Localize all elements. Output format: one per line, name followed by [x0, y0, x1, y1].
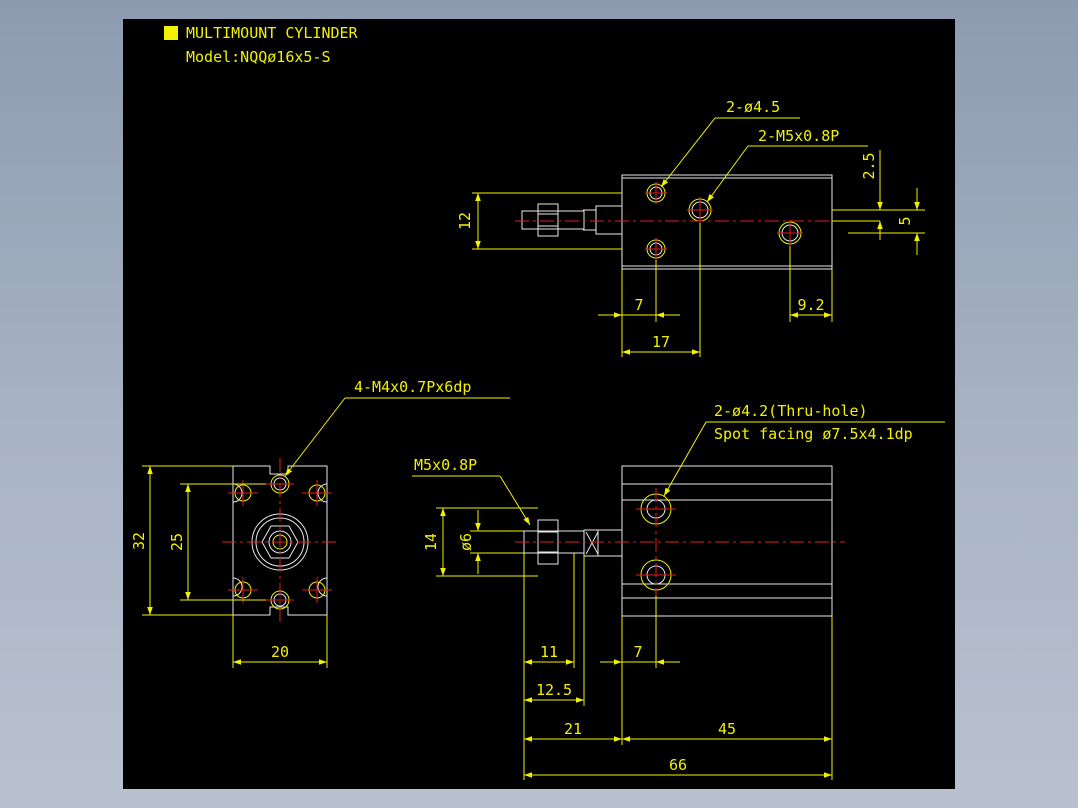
dim-top-offset: 5	[896, 216, 914, 225]
callout-top-holes: 2-ø4.5	[726, 98, 780, 116]
leader-line	[660, 117, 716, 188]
callout-rod-thread: M5x0.8P	[414, 456, 477, 474]
title-line-1: MULTIMOUNT CYLINDER	[186, 24, 359, 42]
dim-side-rod-height: 14	[422, 533, 440, 551]
dim-top-offset-top: 2.5	[860, 152, 878, 179]
leader-line	[284, 397, 346, 477]
dim-side-12-5: 12.5	[536, 681, 572, 699]
side-body-outline	[621, 465, 833, 617]
dim-top-right-hole: 9.2	[797, 296, 824, 314]
title-marker	[164, 26, 178, 40]
callout-spot-facing: Spot facing ø7.5x4.1dp	[714, 425, 913, 443]
callout-end-threads: 4-M4x0.7Px6dp	[354, 378, 471, 396]
dim-side-11: 11	[540, 643, 558, 661]
drawing-sheet: MULTIMOUNT CYLINDER Model:NQQø16x5-S 12 …	[123, 19, 955, 789]
callout-thru-holes: 2-ø4.2(Thru-hole)	[714, 402, 868, 420]
callout-top-thread: 2-M5x0.8P	[758, 127, 839, 145]
dim-side-45: 45	[718, 720, 736, 738]
top-view: 12 2.5 5 7 17 9.2 2-ø4.5 2-M5x0.8P	[456, 98, 925, 357]
top-rod-nut	[537, 203, 559, 237]
side-view: 14 ø6 11 7 12.5 21 45 66 M5x0.8P 2-ø4.2(	[412, 402, 945, 780]
title-line-2: Model:NQQø16x5-S	[186, 48, 331, 66]
leader-line	[499, 475, 531, 526]
dim-end-width: 20	[271, 643, 289, 661]
top-rod	[595, 205, 623, 235]
side-rod	[583, 529, 623, 557]
leader-line	[706, 145, 749, 203]
end-slot	[317, 577, 328, 597]
cad-drawing: MULTIMOUNT CYLINDER Model:NQQø16x5-S 12 …	[130, 24, 945, 780]
dim-top-hole-x: 7	[634, 296, 643, 314]
dim-side-21: 21	[564, 720, 582, 738]
leader-line	[663, 421, 707, 497]
dim-side-rod-dia: ø6	[457, 533, 475, 551]
end-slot	[232, 577, 243, 597]
dim-top-height: 12	[456, 212, 474, 230]
end-view: 32 25 20 4-M4x0.7Px6dp	[130, 378, 510, 668]
dim-side-66: 66	[669, 756, 687, 774]
dim-end-height: 32	[130, 532, 148, 550]
dim-top-thread-x: 17	[652, 333, 670, 351]
dim-end-pitch: 25	[168, 533, 186, 551]
dim-side-7: 7	[633, 643, 642, 661]
title-block: MULTIMOUNT CYLINDER Model:NQQø16x5-S	[164, 24, 359, 66]
